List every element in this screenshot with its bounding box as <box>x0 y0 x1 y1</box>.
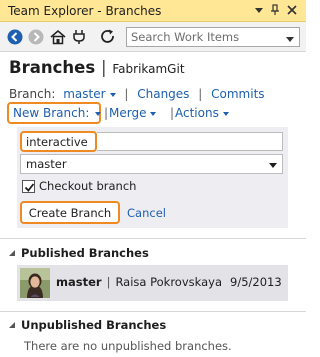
cancel-link[interactable]: Cancel <box>127 206 166 220</box>
refresh-icon[interactable] <box>99 28 117 46</box>
back-icon[interactable] <box>6 28 24 46</box>
avatar <box>20 268 50 298</box>
published-branch-row[interactable]: master | Raisa Pokrovskaya 9/5/2013 <box>17 265 288 301</box>
chevron-down-icon <box>150 111 157 116</box>
unpublished-empty-message: There are no unpublished branches. <box>24 339 232 353</box>
unpublished-branches-header[interactable]: Unpublished Branches <box>9 318 166 332</box>
checkout-checkbox[interactable] <box>22 180 35 193</box>
forward-icon[interactable] <box>27 28 45 46</box>
published-branches-title: Published Branches <box>21 246 149 260</box>
checkmark-icon <box>24 183 35 192</box>
new-branch-panel: master Checkout branch Create Branch Can… <box>17 127 288 228</box>
expand-collapse-icon[interactable] <box>9 250 15 256</box>
dropdown-arrow-icon[interactable] <box>252 3 266 17</box>
repository-name: FabrikamGit <box>112 62 185 76</box>
changes-link[interactable]: Changes <box>137 87 189 101</box>
row-separator: | <box>106 275 111 289</box>
page-title: Branches <box>9 58 96 77</box>
title-bar: Team Explorer - Branches <box>0 0 306 22</box>
branch-name-field-extension[interactable] <box>97 132 283 151</box>
search-input[interactable] <box>131 29 279 45</box>
pin-icon[interactable] <box>268 3 282 17</box>
branch-selector-value: master <box>63 87 106 101</box>
create-branch-button[interactable]: Create Branch <box>20 201 120 224</box>
base-branch-value: master <box>26 157 67 171</box>
section-divider <box>0 311 306 312</box>
actions-label: Actions <box>175 106 219 120</box>
action-separator: | <box>104 106 109 120</box>
merge-label: Merge <box>109 106 147 120</box>
commits-link[interactable]: Commits <box>211 87 264 101</box>
branch-label: Branch: <box>9 87 56 101</box>
new-branch-label: New Branch: <box>13 106 90 120</box>
page-heading: Branches | FabrikamGit <box>9 58 185 80</box>
published-branch-author: Raisa Pokrovskaya <box>115 275 222 289</box>
nav-separator: | <box>198 87 203 101</box>
section-divider <box>0 238 306 239</box>
navigation-links: Branch: master | Changes | Commits <box>9 87 265 101</box>
published-branch-name: master <box>56 275 102 289</box>
heading-separator: | <box>100 58 107 77</box>
chevron-down-icon <box>269 163 277 168</box>
action-separator: | <box>170 106 175 120</box>
expand-collapse-icon[interactable] <box>9 322 15 328</box>
branch-name-field[interactable] <box>20 131 97 152</box>
new-branch-toggle[interactable]: New Branch: <box>7 102 102 124</box>
base-branch-select[interactable]: master <box>20 154 283 174</box>
published-branch-date: 9/5/2013 <box>230 275 282 289</box>
checkout-label: Checkout branch <box>39 179 137 193</box>
actions-link[interactable]: Actions <box>175 106 229 120</box>
branch-selector[interactable]: master <box>63 87 116 101</box>
window-title: Team Explorer - Branches <box>8 4 162 18</box>
close-icon[interactable] <box>285 3 299 17</box>
chevron-down-icon <box>109 92 116 97</box>
branch-name-input[interactable] <box>26 134 92 149</box>
chevron-down-icon <box>95 111 102 116</box>
published-branches-header[interactable]: Published Branches <box>9 246 149 260</box>
nav-separator: | <box>124 87 129 101</box>
search-dropdown-icon[interactable] <box>285 33 295 42</box>
published-branch-info: master | Raisa Pokrovskaya 9/5/2013 <box>56 275 282 289</box>
merge-link[interactable]: Merge <box>109 106 157 120</box>
home-icon[interactable] <box>49 28 67 46</box>
search-box[interactable] <box>126 27 300 47</box>
plug-icon[interactable] <box>71 28 89 46</box>
toolbar <box>0 22 306 52</box>
chevron-down-icon <box>222 111 229 116</box>
unpublished-branches-title: Unpublished Branches <box>21 318 167 332</box>
